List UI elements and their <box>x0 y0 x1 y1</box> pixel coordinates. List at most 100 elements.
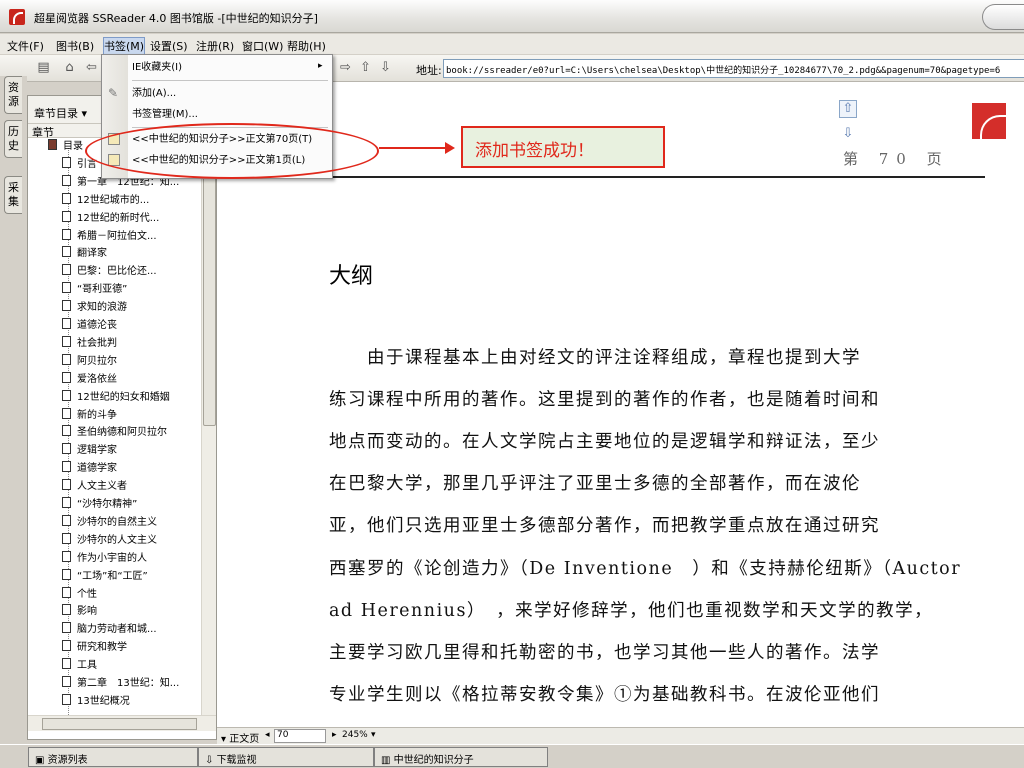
tree-item[interactable]: 阿贝拉尔 <box>62 353 117 371</box>
zoom-value[interactable]: 245% <box>342 730 368 740</box>
tree-item[interactable]: 巴黎：巴比伦还... <box>62 263 157 281</box>
menu-bookmark[interactable]: 书签(M) <box>102 37 146 55</box>
chapter-tree: 目录 引言 第一章 12世纪：知... 12世纪城市的... 12世纪的新时代... 希腊… <box>28 138 201 715</box>
taskbar-book[interactable]: ▥ 中世纪的知识分子 <box>374 747 548 767</box>
page-icon <box>62 407 71 419</box>
go-icon[interactable]: ⇨ <box>338 60 353 75</box>
page-number-input[interactable]: 70 <box>274 729 326 743</box>
home-icon[interactable]: ⌂ <box>62 60 77 75</box>
window-controls[interactable] <box>982 4 1024 30</box>
tree-item[interactable]: 沙特尔的人文主义 <box>62 532 157 550</box>
nav-down-icon[interactable]: ⇩ <box>839 126 857 144</box>
tree-item[interactable]: 研究和教学 <box>62 639 127 657</box>
page-icon <box>62 210 71 222</box>
tree-item[interactable]: 求知的浪游 <box>62 299 127 317</box>
body-line: 亚，他们只选用亚里士多德部分著作，而把教学重点放在通过研究 <box>329 516 880 536</box>
back-arrow-icon[interactable]: ⇦ <box>84 60 99 75</box>
tree-item[interactable]: 圣伯纳德和阿贝拉尔 <box>62 424 167 442</box>
page-up-icon[interactable]: ⇧ <box>358 60 373 75</box>
tree-item[interactable]: “沙特尔精神” <box>62 496 137 514</box>
window-title: 超星阅览器 SSReader 4.0 图书馆版 -[中世纪的知识分子] <box>34 12 318 25</box>
page-down-icon[interactable]: ⇩ <box>378 60 393 75</box>
tree-item[interactable]: 13世纪概况 <box>62 693 130 711</box>
tree-item[interactable]: 影响 <box>62 603 97 621</box>
nav-up-icon[interactable]: ⇧ <box>839 100 857 118</box>
tree-item[interactable]: 新的斗争 <box>62 407 117 425</box>
page-icon <box>62 586 71 598</box>
page-icon[interactable]: ▤ <box>36 60 51 75</box>
tab-history[interactable]: 历史 <box>4 120 22 158</box>
tree-item[interactable]: 12世纪的新时代... <box>62 210 159 228</box>
page-right-arrow-icon[interactable]: ▸ <box>332 730 337 740</box>
status-bar: ▾ 正文页 ◂ 70 ▸ 245% ▾ <box>217 727 1024 745</box>
body-line: 由于课程基本上由对经文的评注诠释组成，章程也提到大学 <box>329 348 861 368</box>
tree-hscroll-thumb[interactable] <box>42 718 197 730</box>
menu-ie-favorites[interactable]: IE收藏夹(I) <box>132 59 182 77</box>
tree-item[interactable]: 第二章 13世纪：知... <box>62 675 179 693</box>
tree-item[interactable]: 人文主义者 <box>62 478 127 496</box>
body-line: 专业学生则以《格拉蒂安教令集》①为基础教科书。在波伦亚他们 <box>329 685 880 705</box>
page-left-arrow-icon[interactable]: ◂ <box>265 730 270 740</box>
page-icon <box>62 622 71 634</box>
tree-item[interactable]: 爱洛依丝 <box>62 371 117 389</box>
tree-item[interactable]: “工场”和“工匠” <box>62 568 148 586</box>
publisher-logo <box>972 103 1006 139</box>
menu-file[interactable]: 文件(F) <box>7 38 44 54</box>
tree-item-label: 12世纪的新时代... <box>77 212 160 224</box>
tree-item-label: “沙特尔精神” <box>77 499 138 510</box>
chapter-dropdown[interactable]: 章节目录 ▾ <box>34 105 87 121</box>
tree-item[interactable]: 12世纪的妇女和婚姻 <box>62 389 170 407</box>
tree-item[interactable]: 沙特尔的自然主义 <box>62 514 157 532</box>
tree-item[interactable]: 逻辑学家 <box>62 442 117 460</box>
tree-item-toc[interactable]: 目录 <box>48 138 83 156</box>
taskbar-label: 下载监视 <box>216 755 257 766</box>
side-tabs: 资源 历史 采集 <box>0 76 27 740</box>
menu-add-bookmark[interactable]: 添加(A)... <box>132 85 176 103</box>
tree-item[interactable]: 工具 <box>62 657 97 675</box>
page-icon <box>62 192 71 204</box>
tree-item[interactable]: 道德学家 <box>62 460 117 478</box>
tree-horizontal-scrollbar[interactable] <box>28 715 216 731</box>
page-icon <box>62 676 71 687</box>
tree-item[interactable]: 希腊－阿拉伯文... <box>62 228 157 246</box>
body-line: 主要学习欧几里得和托勒密的书，也学习其他一些人的著作。法学 <box>329 643 880 663</box>
menu-separator <box>132 80 328 81</box>
tree-vertical-scrollbar[interactable] <box>201 138 216 715</box>
tree-item[interactable]: 道德沦丧 <box>62 317 117 335</box>
tree-item-label: 第二章 13世纪：知... <box>77 678 180 689</box>
page-icon <box>48 139 57 150</box>
page-type-select[interactable]: ▾ 正文页 <box>221 730 259 745</box>
menu-settings[interactable]: 设置(S) <box>150 38 188 54</box>
address-input[interactable]: book://ssreader/e0?url=C:\Users\chelsea\… <box>443 59 1024 78</box>
tree-item[interactable]: 个性 <box>62 586 97 604</box>
taskbar-download-monitor[interactable]: ⇩ 下载监视 <box>198 747 374 767</box>
menu-manage-bookmarks[interactable]: 书签管理(M)... <box>132 106 198 124</box>
tree-item-label: 社会批判 <box>77 337 117 349</box>
menu-book[interactable]: 图书(B) <box>56 38 94 54</box>
page-icon <box>62 550 71 562</box>
tree-item[interactable]: 社会批判 <box>62 335 117 353</box>
page-icon <box>62 479 71 491</box>
tree-item[interactable]: 作为小宇宙的人 <box>62 550 147 568</box>
submenu-arrow-icon: ▸ <box>318 61 323 71</box>
tree-item[interactable]: 翻译家 <box>62 245 107 263</box>
tree-scroll-thumb[interactable] <box>203 168 216 426</box>
menu-help[interactable]: 帮助(H) <box>287 38 326 54</box>
page-nav-arrows[interactable]: ⇧ ⇩ <box>837 100 859 150</box>
pencil-icon: ✎ <box>108 86 119 100</box>
tab-resources[interactable]: 资源 <box>4 76 22 114</box>
tree-item-label: 12世纪的妇女和婚姻 <box>77 391 170 403</box>
menu-window[interactable]: 窗口(W) <box>242 38 283 54</box>
tab-collect[interactable]: 采集 <box>4 176 22 214</box>
page-icon <box>62 389 71 401</box>
tree-item[interactable]: “哥利亚德” <box>62 281 127 299</box>
tree-item[interactable]: 12世纪城市的... <box>62 192 149 210</box>
taskbar-label: 资源列表 <box>47 755 88 766</box>
tree-item[interactable]: 脑力劳动者和城... <box>62 621 157 639</box>
zoom-dropdown-icon[interactable]: ▾ <box>371 730 376 740</box>
tree-item-label: 脑力劳动者和城... <box>77 624 157 636</box>
menu-register[interactable]: 注册(R) <box>196 38 234 54</box>
address-label: 地址: <box>416 64 442 77</box>
body-line: 练习课程中所用的著作。这里提到的著作的作者，也是随着时间和 <box>329 390 880 410</box>
taskbar-resource-list[interactable]: ▣ 资源列表 <box>28 747 198 767</box>
